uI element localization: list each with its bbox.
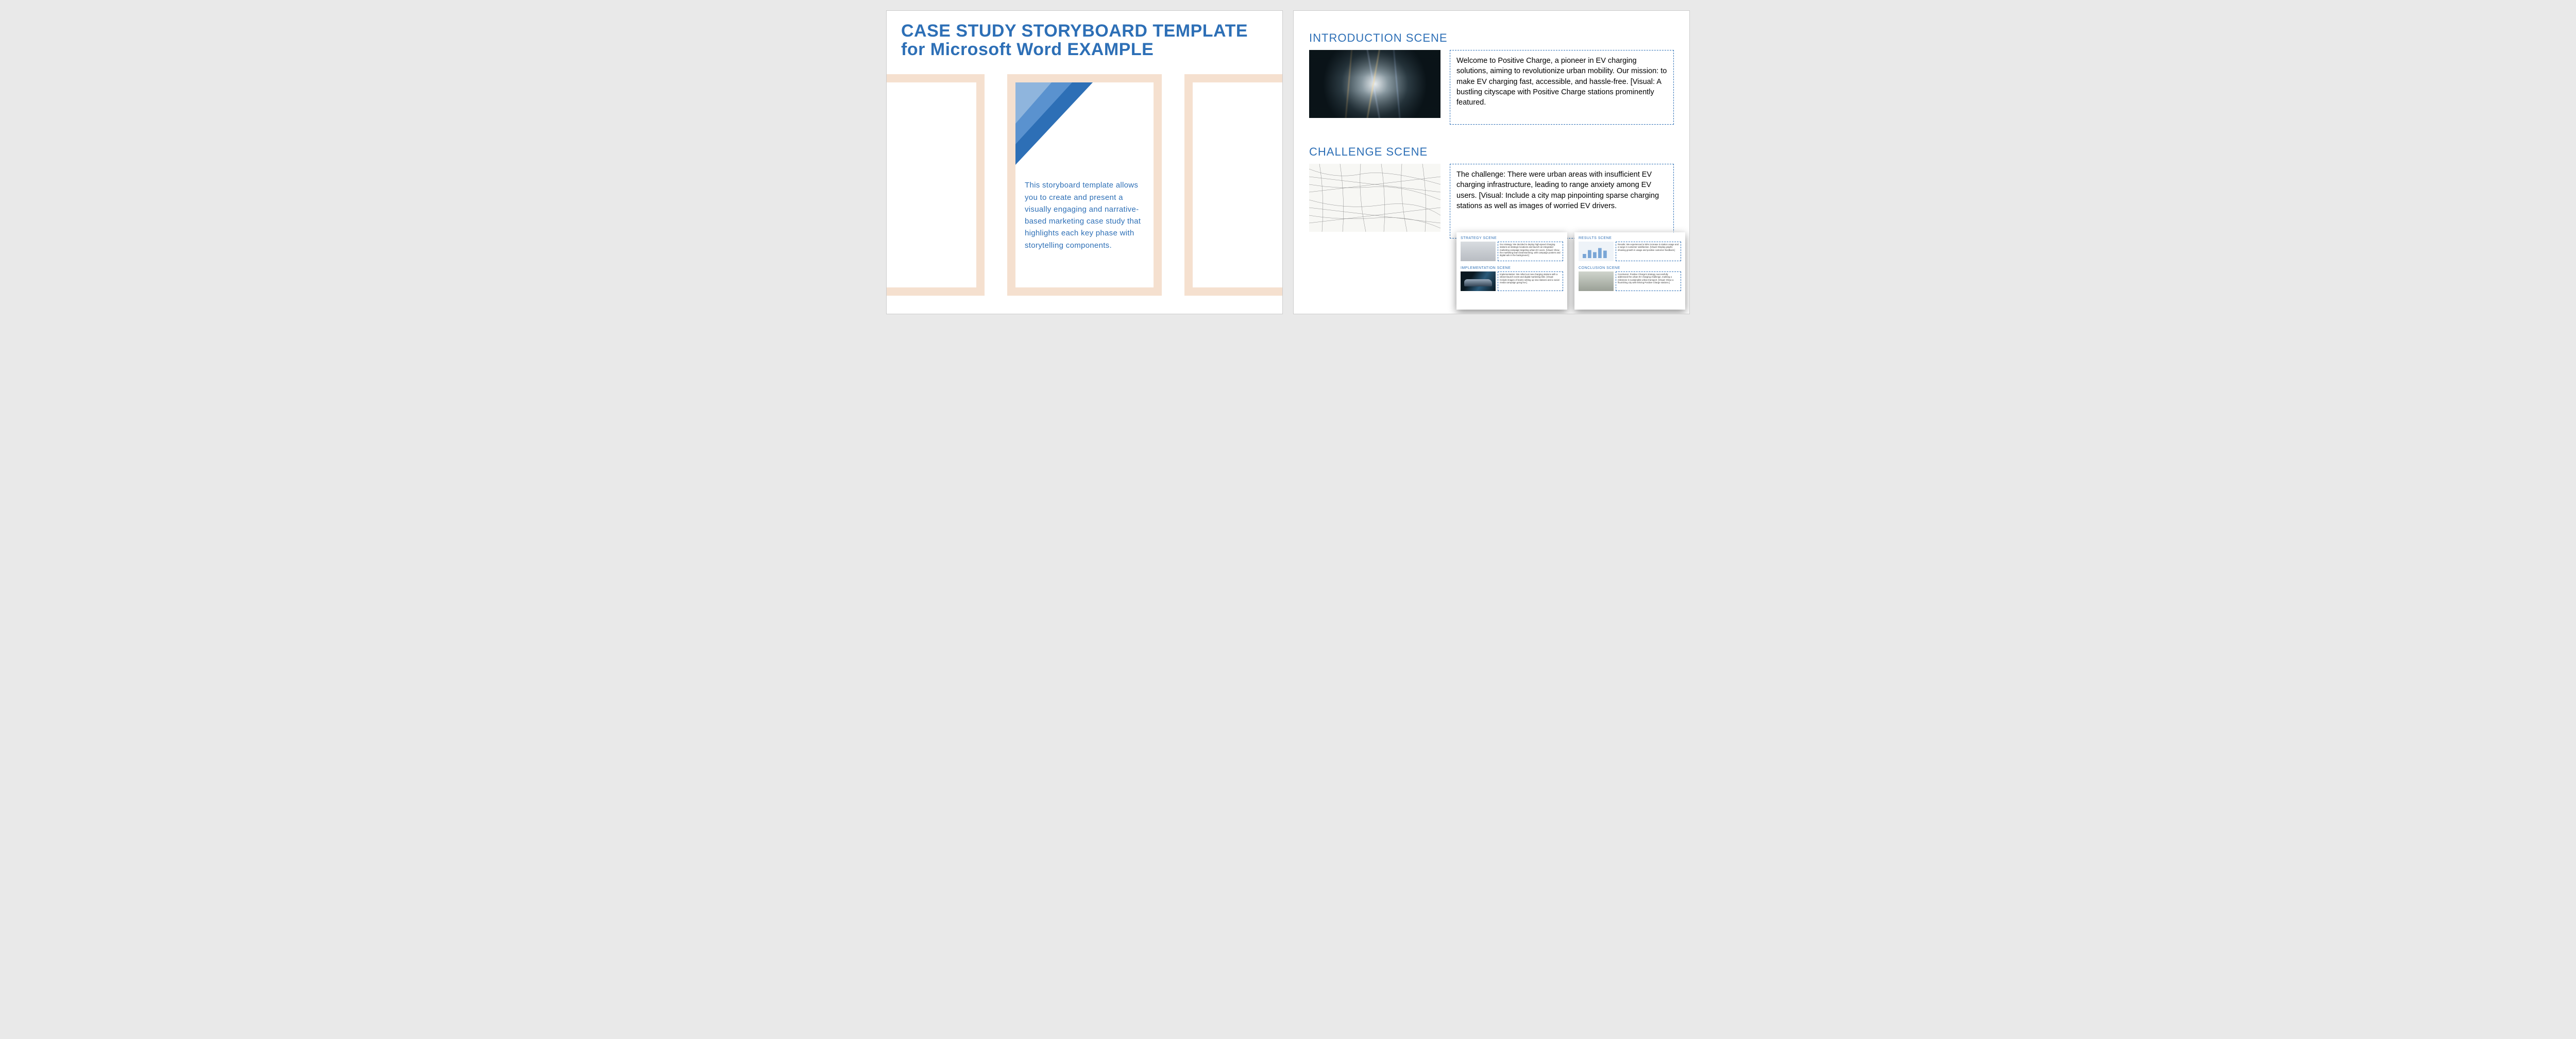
storyboard-frames: This storyboard template allows you to c… [887, 74, 1282, 306]
title-line-2: for Microsoft Word EXAMPLE [901, 41, 1268, 59]
frame-center: This storyboard template allows you to c… [1007, 74, 1162, 296]
mini-b-text-1: Results: We experienced a 50% increase i… [1616, 242, 1681, 261]
mini-a-text-1: Our strategy: We decided to deploy high-… [1498, 242, 1563, 261]
mini-b-text-2: Conclusion: Positive Charge's strategy s… [1616, 271, 1681, 291]
challenge-heading: CHALLENGE SCENE [1309, 145, 1674, 159]
page-title: CASE STUDY STORYBOARD TEMPLATE for Micro… [887, 11, 1282, 64]
intro-image [1309, 50, 1440, 118]
frame-center-inner: This storyboard template allows you to c… [1015, 82, 1154, 287]
challenge-textbox: The challenge: There were urban areas wi… [1450, 164, 1674, 239]
mini-previews: STRATEGY SCENE Our strategy: We decided … [1456, 232, 1685, 310]
mini-b-row-1: Results: We experienced a 50% increase i… [1579, 242, 1681, 261]
mini-a-text-2: Implementation: We rolled out new chargi… [1498, 271, 1563, 291]
frame-left-inner [886, 82, 976, 287]
title-line-1: CASE STUDY STORYBOARD TEMPLATE [901, 22, 1268, 41]
challenge-image [1309, 164, 1440, 232]
introduction-scene: INTRODUCTION SCENE Welcome to Positive C… [1309, 31, 1674, 125]
challenge-row: The challenge: There were urban areas wi… [1309, 164, 1674, 239]
mini-page-a: STRATEGY SCENE Our strategy: We decided … [1456, 232, 1567, 310]
mini-b-heading-2: CONCLUSION SCENE [1579, 266, 1681, 270]
frame-right [1184, 74, 1283, 296]
mini-b-heading-1: RESULTS SCENE [1579, 236, 1681, 240]
page-2: INTRODUCTION SCENE Welcome to Positive C… [1293, 10, 1690, 314]
challenge-scene: CHALLENGE SCENE [1309, 145, 1674, 239]
mini-a-heading-1: STRATEGY SCENE [1461, 236, 1563, 240]
intro-heading: INTRODUCTION SCENE [1309, 31, 1674, 45]
intro-row: Welcome to Positive Charge, a pioneer in… [1309, 50, 1674, 125]
mini-a-img-2 [1461, 271, 1496, 291]
mini-a-heading-2: IMPLEMENTATION SCENE [1461, 266, 1563, 270]
frame-right-inner [1193, 82, 1283, 287]
triangle-art-icon [1015, 82, 1093, 165]
mini-b-img-1 [1579, 242, 1614, 261]
mini-page-b: RESULTS SCENE Results: We experienced a … [1574, 232, 1685, 310]
frame-left [886, 74, 985, 296]
page-1: CASE STUDY STORYBOARD TEMPLATE for Micro… [886, 10, 1283, 314]
mini-a-row-2: Implementation: We rolled out new chargi… [1461, 271, 1563, 291]
mini-b-img-2 [1579, 271, 1614, 291]
intro-textbox: Welcome to Positive Charge, a pioneer in… [1450, 50, 1674, 125]
mini-a-img-1 [1461, 242, 1496, 261]
mini-a-row-1: Our strategy: We decided to deploy high-… [1461, 242, 1563, 261]
center-description: This storyboard template allows you to c… [1025, 179, 1144, 251]
mini-b-row-2: Conclusion: Positive Charge's strategy s… [1579, 271, 1681, 291]
